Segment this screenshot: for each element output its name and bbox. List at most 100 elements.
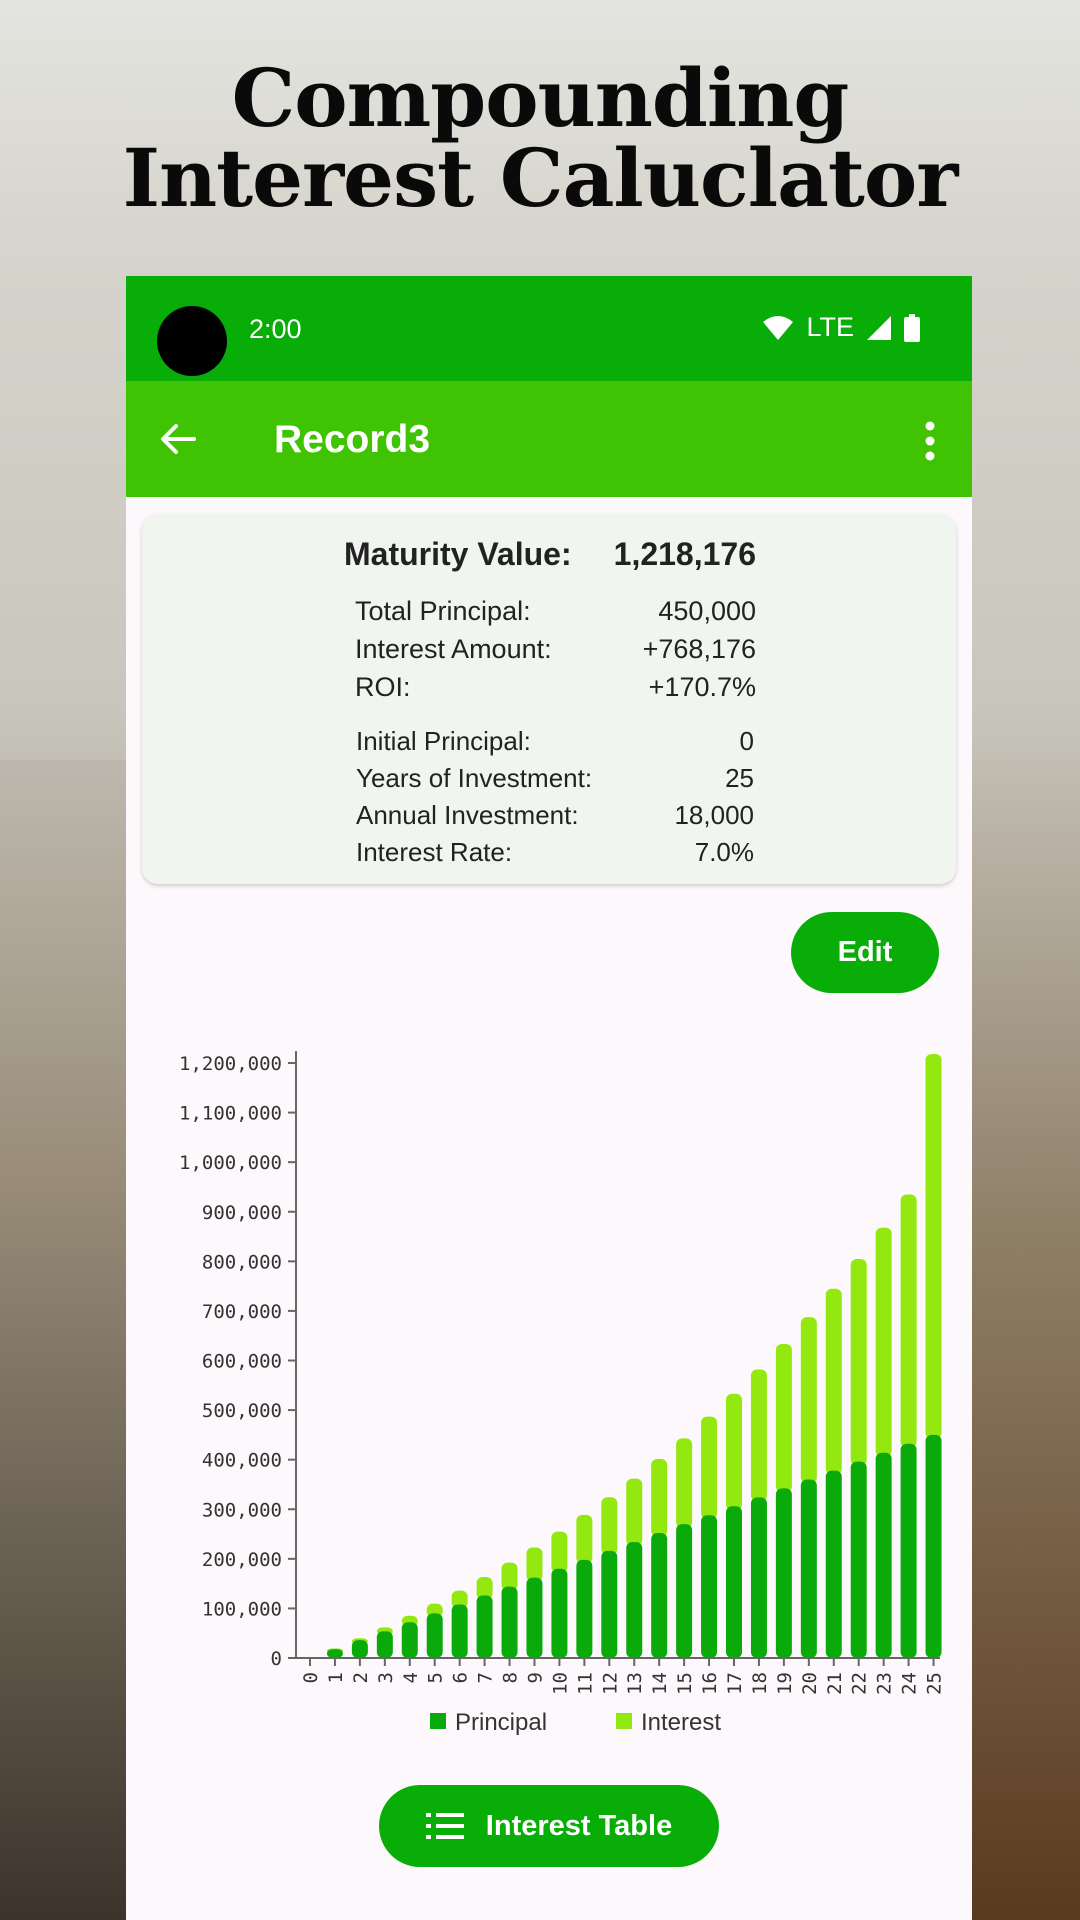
principal-bar (900, 1443, 917, 1658)
list-icon (425, 1813, 464, 1839)
x-tick-label: 12 (599, 1672, 621, 1695)
principal-bar (426, 1613, 443, 1658)
maturity-value-label: Maturity Value: (344, 536, 572, 572)
principal-bar (476, 1595, 493, 1658)
principal-bar (925, 1434, 942, 1658)
x-tick-label: 4 (400, 1672, 422, 1683)
total-principal-value: 450,000 (658, 596, 756, 626)
interest-bar (501, 1562, 518, 1591)
principal-bar (850, 1461, 867, 1658)
y-tick-label: 300,000 (202, 1499, 282, 1521)
interest-bar (676, 1438, 693, 1529)
arrow-back-icon[interactable] (158, 419, 198, 459)
phone-screen: 2:00 LTE Record3 Maturity Value: 1,218,1… (126, 276, 972, 1920)
interest-amount-label: Interest Amount: (355, 634, 552, 664)
principal-bar (576, 1559, 593, 1658)
y-tick-label: 0 (271, 1648, 282, 1670)
interest-table-label: Interest Table (485, 1809, 673, 1842)
x-tick-label: 23 (874, 1672, 896, 1695)
headline-line-2: Interest Caluclator (122, 131, 959, 225)
principal-bar (626, 1541, 643, 1658)
maturity-value: 1,218,176 (613, 536, 756, 572)
principal-bar (775, 1488, 792, 1658)
interest-bar (601, 1497, 618, 1555)
years-of-investment-label: Years of Investment: (356, 763, 593, 793)
background-right (970, 760, 1080, 1920)
edit-button[interactable]: Edit (791, 912, 939, 993)
interest-rate-value: 7.0% (694, 837, 754, 867)
annual-investment-label: Annual Investment: (356, 800, 579, 830)
app-bar-title: Record3 (274, 418, 431, 461)
interest-rate-label: Interest Rate: (356, 837, 513, 867)
years-of-investment-value: 25 (725, 763, 754, 793)
initial-principal-value: 0 (739, 726, 754, 756)
x-tick-label: 8 (500, 1672, 522, 1683)
interest-bar (825, 1288, 842, 1475)
x-tick-label: 14 (649, 1672, 671, 1695)
principal-bar (800, 1479, 817, 1658)
x-tick-label: 13 (624, 1672, 646, 1695)
legend-interest-swatch (616, 1713, 632, 1729)
initial-principal-label: Initial Principal: (356, 726, 531, 756)
principal-bar (551, 1568, 568, 1658)
interest-bar (726, 1393, 742, 1511)
x-tick-label: 6 (450, 1672, 472, 1683)
principal-bar (701, 1515, 718, 1658)
growth-bar-chart: 0 100,000 200,000 300,000 400,000 500,000 600,… (179, 1051, 946, 1736)
principal-bar (526, 1577, 543, 1658)
interest-bar (551, 1531, 568, 1573)
status-bar: 2:00 LTE (126, 276, 972, 381)
roi-value: +170.7% (648, 672, 756, 702)
interest-bar (775, 1343, 792, 1493)
headline-line-1: Compounding (231, 51, 850, 145)
y-tick-label: 1,200,000 (179, 1053, 282, 1075)
x-tick-label: 2 (350, 1672, 372, 1683)
legend-principal-swatch (430, 1713, 446, 1729)
wifi-icon (763, 315, 794, 340)
y-tick-label: 900,000 (202, 1202, 282, 1224)
x-tick-label: 5 (425, 1672, 447, 1683)
x-tick-label: 22 (849, 1672, 871, 1695)
x-tick-label: 3 (375, 1672, 397, 1683)
y-tick-label: 600,000 (202, 1351, 282, 1373)
x-tick-label: 7 (475, 1672, 497, 1683)
y-tick-label: 200,000 (202, 1549, 282, 1571)
signal-icon (867, 315, 891, 340)
x-tick-label: 10 (549, 1672, 571, 1695)
x-tick-label: 18 (749, 1672, 771, 1695)
x-tick-label: 17 (724, 1672, 746, 1695)
principal-bar (501, 1586, 518, 1658)
total-principal-label: Total Principal: (355, 596, 531, 626)
promo-headline: Compounding Interest Caluclator (0, 58, 1080, 218)
y-tick-label: 400,000 (202, 1450, 282, 1472)
x-tick-label: 20 (799, 1672, 821, 1695)
principal-bar (376, 1631, 393, 1658)
annual-investment-value: 18,000 (674, 800, 754, 830)
interest-amount-value: +768,176 (642, 634, 756, 664)
interest-bar (651, 1459, 668, 1538)
interest-table-button[interactable]: Interest Table (379, 1785, 719, 1867)
y-tick-label: 100,000 (202, 1598, 282, 1620)
principal-bar (601, 1550, 618, 1658)
principal-bar (875, 1452, 892, 1658)
x-tick-label: 25 (924, 1672, 946, 1695)
interest-bar (850, 1259, 867, 1466)
more-vert-icon[interactable] (924, 421, 936, 461)
principal-bar (676, 1524, 693, 1658)
roi-label: ROI: (355, 672, 411, 702)
x-tick-label: 0 (300, 1672, 322, 1683)
interest-bar (875, 1227, 892, 1457)
battery-icon (904, 313, 920, 342)
interest-bar (526, 1547, 543, 1582)
principal-bar (651, 1533, 668, 1658)
principal-bar (726, 1506, 742, 1658)
principal-bar (825, 1470, 842, 1658)
network-type: LTE (806, 312, 854, 342)
legend-interest-label: Interest (641, 1709, 721, 1736)
status-time: 2:00 (249, 314, 302, 344)
camera-cutout (157, 306, 227, 376)
y-tick-label: 1,000,000 (179, 1152, 282, 1174)
x-tick-label: 24 (899, 1672, 921, 1695)
x-tick-label: 1 (325, 1672, 347, 1683)
x-tick-label: 19 (774, 1672, 796, 1695)
